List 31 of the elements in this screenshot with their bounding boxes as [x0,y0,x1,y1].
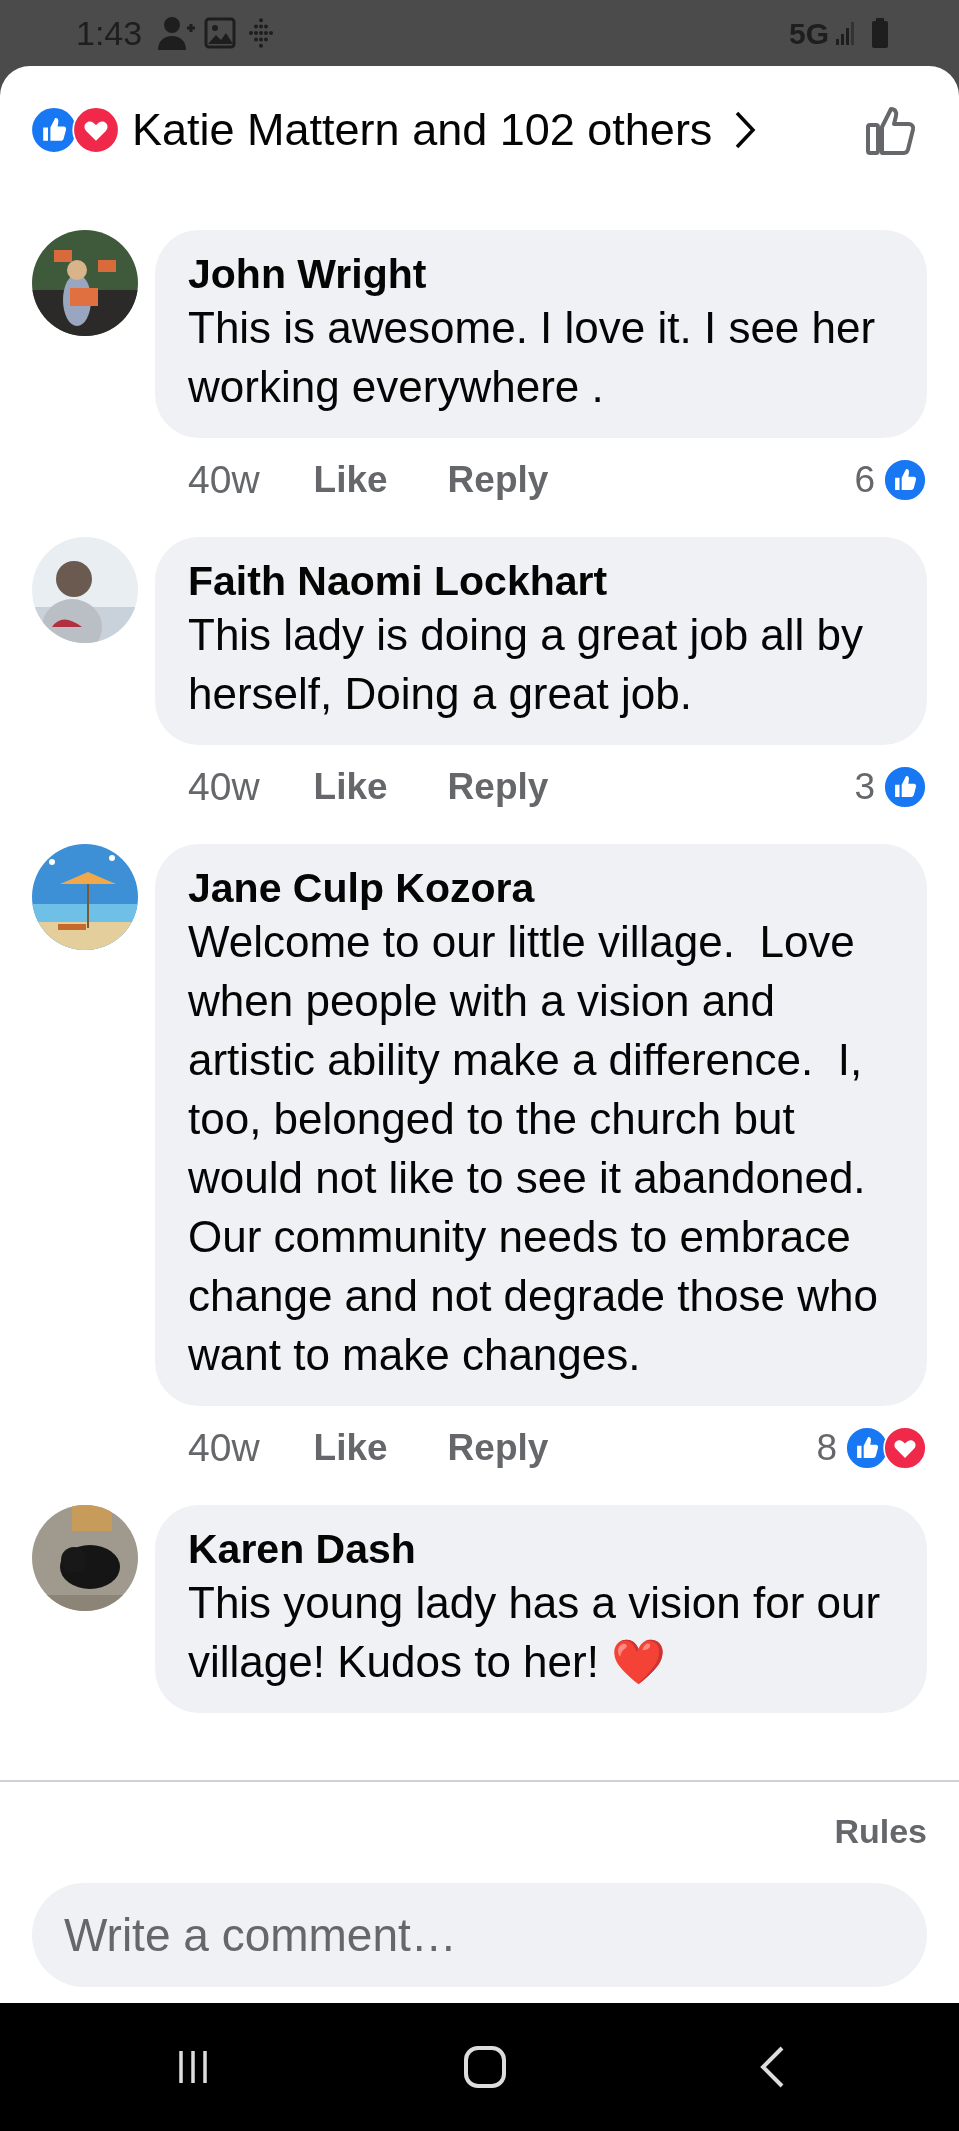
comment-text: Welcome to our little village. Love when people with a vision and artistic ability make a difference. I, too, belonged to the church but would not like to see it abandoned. Our community needs to embrace change and not degrade those who want to make changes. [188,916,879,1381]
comment-age: 40w [188,763,260,810]
comment-text: This young lady has a vision for our village! Kudos to her! ❤ [188,1577,882,1688]
like-icon [883,458,927,502]
author-name[interactable]: Karen Dash [188,1525,901,1573]
action-link[interactable]: Like [313,759,388,815]
reaction-count: 6 [854,458,875,503]
comment-age: 40w [188,456,260,503]
image-icon [204,17,237,49]
action-link[interactable]: Reply [447,759,549,815]
signal-icon [835,21,857,45]
reaction-count: 8 [816,1426,837,1471]
comment-text: This lady is doing a great job all by herself, Doing a great job. [188,609,865,720]
rules-link[interactable]: Rules [834,1806,927,1857]
action-link[interactable]: Like [313,1420,388,1476]
author-name[interactable]: Faith Naomi Lockhart [188,557,901,605]
chevron-right-icon [734,110,757,150]
action-link[interactable]: Reply [447,452,549,508]
reaction-count: 3 [854,765,875,810]
comment-age: 40w [188,1424,260,1471]
person-add-icon [156,14,197,52]
comment-text: This is awesome. I love it. I see her working everywhere . [188,302,877,413]
comment-input[interactable]: Write a comment… [32,1883,927,1987]
action-link[interactable]: Like [313,452,388,508]
reactors-link[interactable]: Katie Mattern and 102 others [132,96,757,164]
home-icon[interactable] [463,2045,508,2089]
like-icon [883,765,927,809]
author-name[interactable]: Jane Culp Kozora [188,864,901,912]
author-name[interactable]: John Wright [188,250,901,298]
action-link[interactable]: Reply [447,1420,549,1476]
battery-icon [871,18,889,48]
